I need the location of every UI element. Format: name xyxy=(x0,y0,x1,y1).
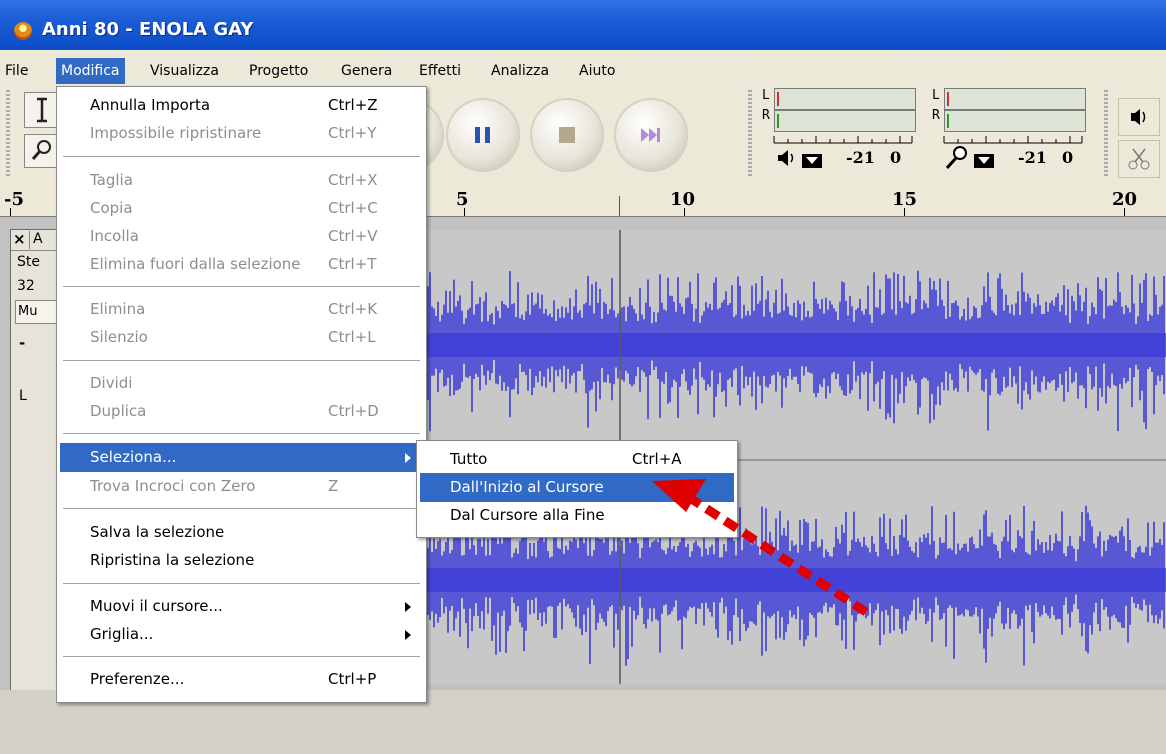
annotation-arrow-line xyxy=(687,494,869,616)
annotation-arrow xyxy=(652,479,869,616)
audacity-window: Anni 80 - ENOLA GAY File Modifica Visual… xyxy=(0,0,1166,754)
